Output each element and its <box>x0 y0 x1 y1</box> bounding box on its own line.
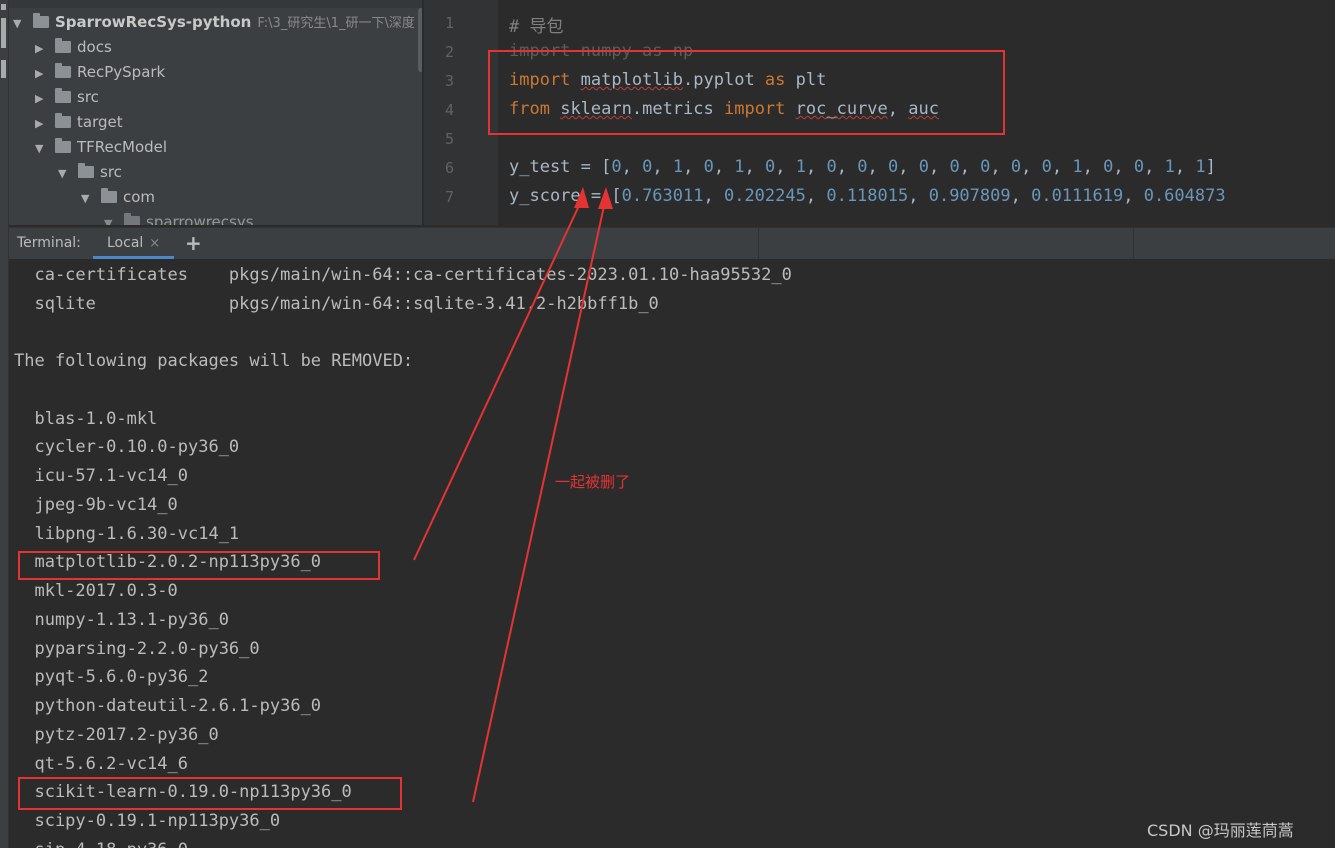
terminal-line: The following packages will be REMOVED: <box>14 351 414 371</box>
line-number: 5 <box>444 130 454 148</box>
tree-item-label: src <box>77 88 99 106</box>
folder-icon <box>55 88 71 103</box>
folder-icon <box>55 38 71 53</box>
tab-local-label: Local <box>107 235 144 251</box>
terminal-line: qt-5.6.2-vc14_6 <box>14 754 188 774</box>
line-number: 1 <box>444 14 454 32</box>
tree-item-tfrecmodel[interactable]: ▼ TFRecModel <box>35 135 167 160</box>
collapse-arrow-icon[interactable]: ▶ <box>35 86 49 111</box>
expand-arrow-icon[interactable]: ▼ <box>81 186 95 211</box>
terminal-line: pyparsing-2.2.0-py36_0 <box>14 639 260 659</box>
terminal-header: Terminal: Local × + <box>9 227 1335 260</box>
project-tree: ▼ SparrowRecSys-python F:\3_研究生\1_研一下\深度 ▶… <box>9 0 422 225</box>
tree-item-src-nested[interactable]: ▼ src <box>58 160 122 185</box>
line-number: 4 <box>444 101 454 119</box>
terminal-line: pyqt-5.6.0-py36_2 <box>14 667 209 687</box>
tool-window-strip <box>0 0 9 848</box>
strip-icon[interactable] <box>1 4 6 10</box>
code-line-y-score: y_score = [0.763011, 0.202245, 0.118015,… <box>509 186 1226 206</box>
tree-root[interactable]: ▼ SparrowRecSys-python F:\3_研究生\1_研一下\深度 <box>13 10 415 35</box>
collapse-arrow-icon[interactable]: ▶ <box>35 61 49 86</box>
terminal-line: python-dateutil-2.6.1-py36_0 <box>14 696 322 716</box>
code-line-comment: # 导包 <box>509 17 564 37</box>
expand-arrow-icon[interactable]: ▼ <box>58 161 72 186</box>
close-icon[interactable]: × <box>149 236 160 251</box>
tree-item-label: sparrowrecsys <box>146 213 254 225</box>
folder-icon <box>124 213 140 225</box>
code-line-y-test: y_test = [0, 0, 1, 0, 1, 0, 1, 0, 0, 0, … <box>509 157 1216 177</box>
strip-icon[interactable] <box>1 60 6 78</box>
csdn-watermark: CSDN @玛丽莲茼蒿 <box>1147 821 1294 840</box>
expand-arrow-icon[interactable]: ▼ <box>104 211 118 225</box>
folder-icon <box>55 138 71 153</box>
terminal-line: icu-57.1-vc14_0 <box>14 466 188 486</box>
tree-header-shade <box>9 0 422 8</box>
line-number: 2 <box>444 43 454 61</box>
tree-scrollbar[interactable] <box>418 8 422 72</box>
terminal-line: numpy-1.13.1-py36_0 <box>14 610 229 630</box>
collapse-arrow-icon[interactable]: ▶ <box>35 36 49 61</box>
tree-item-label: com <box>123 188 156 206</box>
tree-item-com[interactable]: ▼ com <box>81 185 155 210</box>
header-divider <box>1133 228 1134 259</box>
terminal-line: sqlite pkgs/main/win-64::sqlite-3.41.2-h… <box>14 294 659 314</box>
tree-root-label: SparrowRecSys-python <box>55 13 252 31</box>
expand-arrow-icon[interactable]: ▼ <box>35 136 49 161</box>
terminal-line: sip-4.18-py36_0 <box>14 840 188 848</box>
terminal-line: libpng-1.6.30-vc14_1 <box>14 524 240 544</box>
imports-highlight-box <box>488 50 1005 135</box>
terminal-line: pytz-2017.2-py36_0 <box>14 725 219 745</box>
folder-icon <box>55 113 71 128</box>
header-divider <box>758 228 759 259</box>
tree-item-label: RecPySpark <box>77 63 166 81</box>
terminal-line: ca-certificates pkgs/main/win-64::ca-cer… <box>14 265 792 285</box>
tree-item-label: TFRecModel <box>77 138 168 156</box>
line-number: 3 <box>444 72 454 90</box>
tree-item-label: src <box>100 163 122 181</box>
folder-icon <box>78 163 94 178</box>
tree-root-path: F:\3_研究生\1_研一下\深度 <box>257 16 415 31</box>
terminal-line: blas-1.0-mkl <box>14 409 158 429</box>
terminal-line: cycler-0.10.0-py36_0 <box>14 437 240 457</box>
scikit-learn-highlight-box <box>18 777 402 810</box>
tree-item-sparrowrecsys[interactable]: ▼ sparrowrecsys <box>104 210 254 225</box>
tree-item-label: docs <box>77 38 112 56</box>
line-number: 6 <box>444 159 454 177</box>
tree-item-label: target <box>77 113 123 131</box>
line-number: 7 <box>444 188 454 206</box>
line-number-gutter: 1 2 3 4 5 6 7 <box>423 0 498 225</box>
tree-item-src[interactable]: ▶ src <box>35 85 99 110</box>
strip-project-tab[interactable] <box>1 18 6 48</box>
tab-local[interactable]: Local × <box>93 228 175 259</box>
terminal-line: mkl-2017.0.3-0 <box>14 581 178 601</box>
folder-icon <box>55 63 71 78</box>
tree-item-target[interactable]: ▶ target <box>35 110 123 135</box>
tree-item-docs[interactable]: ▶ docs <box>35 35 112 60</box>
tree-item-recpyspark[interactable]: ▶ RecPySpark <box>35 60 165 85</box>
terminal-title: Terminal: <box>17 235 81 251</box>
annotation-note: 一起被删了 <box>555 473 631 491</box>
matplotlib-highlight-box <box>18 551 380 580</box>
folder-icon <box>101 188 117 203</box>
terminal-line: jpeg-9b-vc14_0 <box>14 495 178 515</box>
collapse-arrow-icon[interactable]: ▶ <box>35 111 49 136</box>
add-terminal-icon[interactable]: + <box>185 231 202 255</box>
expand-arrow-icon[interactable]: ▼ <box>13 11 27 36</box>
folder-icon <box>33 13 49 28</box>
terminal-line: scipy-0.19.1-np113py36_0 <box>14 811 281 831</box>
